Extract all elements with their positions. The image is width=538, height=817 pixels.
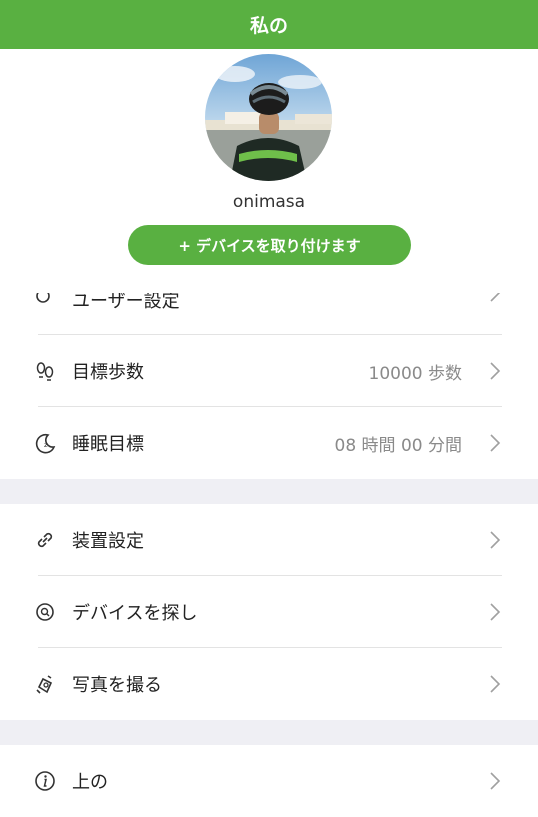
chevron-right-icon [490,772,501,790]
take-photo-label: 写真を撮る [72,675,162,696]
sleep-goal-label: 睡眠目標 [72,434,144,455]
device-settings-row[interactable]: 装置設定 [0,504,538,576]
avatar[interactable] [205,54,332,181]
attach-device-button[interactable]: + デバイスを取り付けます [128,225,411,265]
step-goal-row[interactable]: 目標歩数 10000 歩数 [0,335,538,407]
avatar-image [205,54,332,181]
user-settings-label: ユーザー設定 [72,293,180,312]
chevron-right-icon [490,362,501,380]
section-gap [0,720,538,745]
footprints-icon [34,360,56,382]
chevron-right-icon [490,603,501,621]
step-goal-value: 10000 歩数 [368,363,462,384]
sleep-goal-value: 08 時間 00 分間 [334,435,462,456]
sleep-goal-row[interactable]: z 睡眠目標 08 時間 00 分間 [0,407,538,479]
take-photo-row[interactable]: 写真を撮る [0,648,538,720]
page-title: 私の [249,15,288,37]
chevron-right-icon [490,675,501,693]
chevron-right-icon [490,434,501,452]
device-settings-label: 装置設定 [72,531,144,552]
section-gap [0,479,538,504]
about-label: 上の [72,772,108,793]
find-device-label: デバイスを探し [72,603,198,624]
hand-camera-icon [34,673,56,695]
link-icon [34,529,56,551]
step-goal-label: 目標歩数 [72,362,144,383]
user-settings-row[interactable]: ユーザー設定 [0,293,538,315]
find-device-icon [34,601,56,623]
user-settings-icon [36,293,50,303]
find-device-row[interactable]: デバイスを探し [0,576,538,648]
about-row[interactable]: 上の [0,745,538,817]
info-icon [34,770,56,792]
chevron-right-icon [490,293,501,302]
svg-text:z: z [44,441,48,449]
chevron-right-icon [490,531,501,549]
username: onimasa [232,192,306,212]
moon-sleep-icon: z [34,432,56,454]
top-bar: 私の [0,0,538,49]
